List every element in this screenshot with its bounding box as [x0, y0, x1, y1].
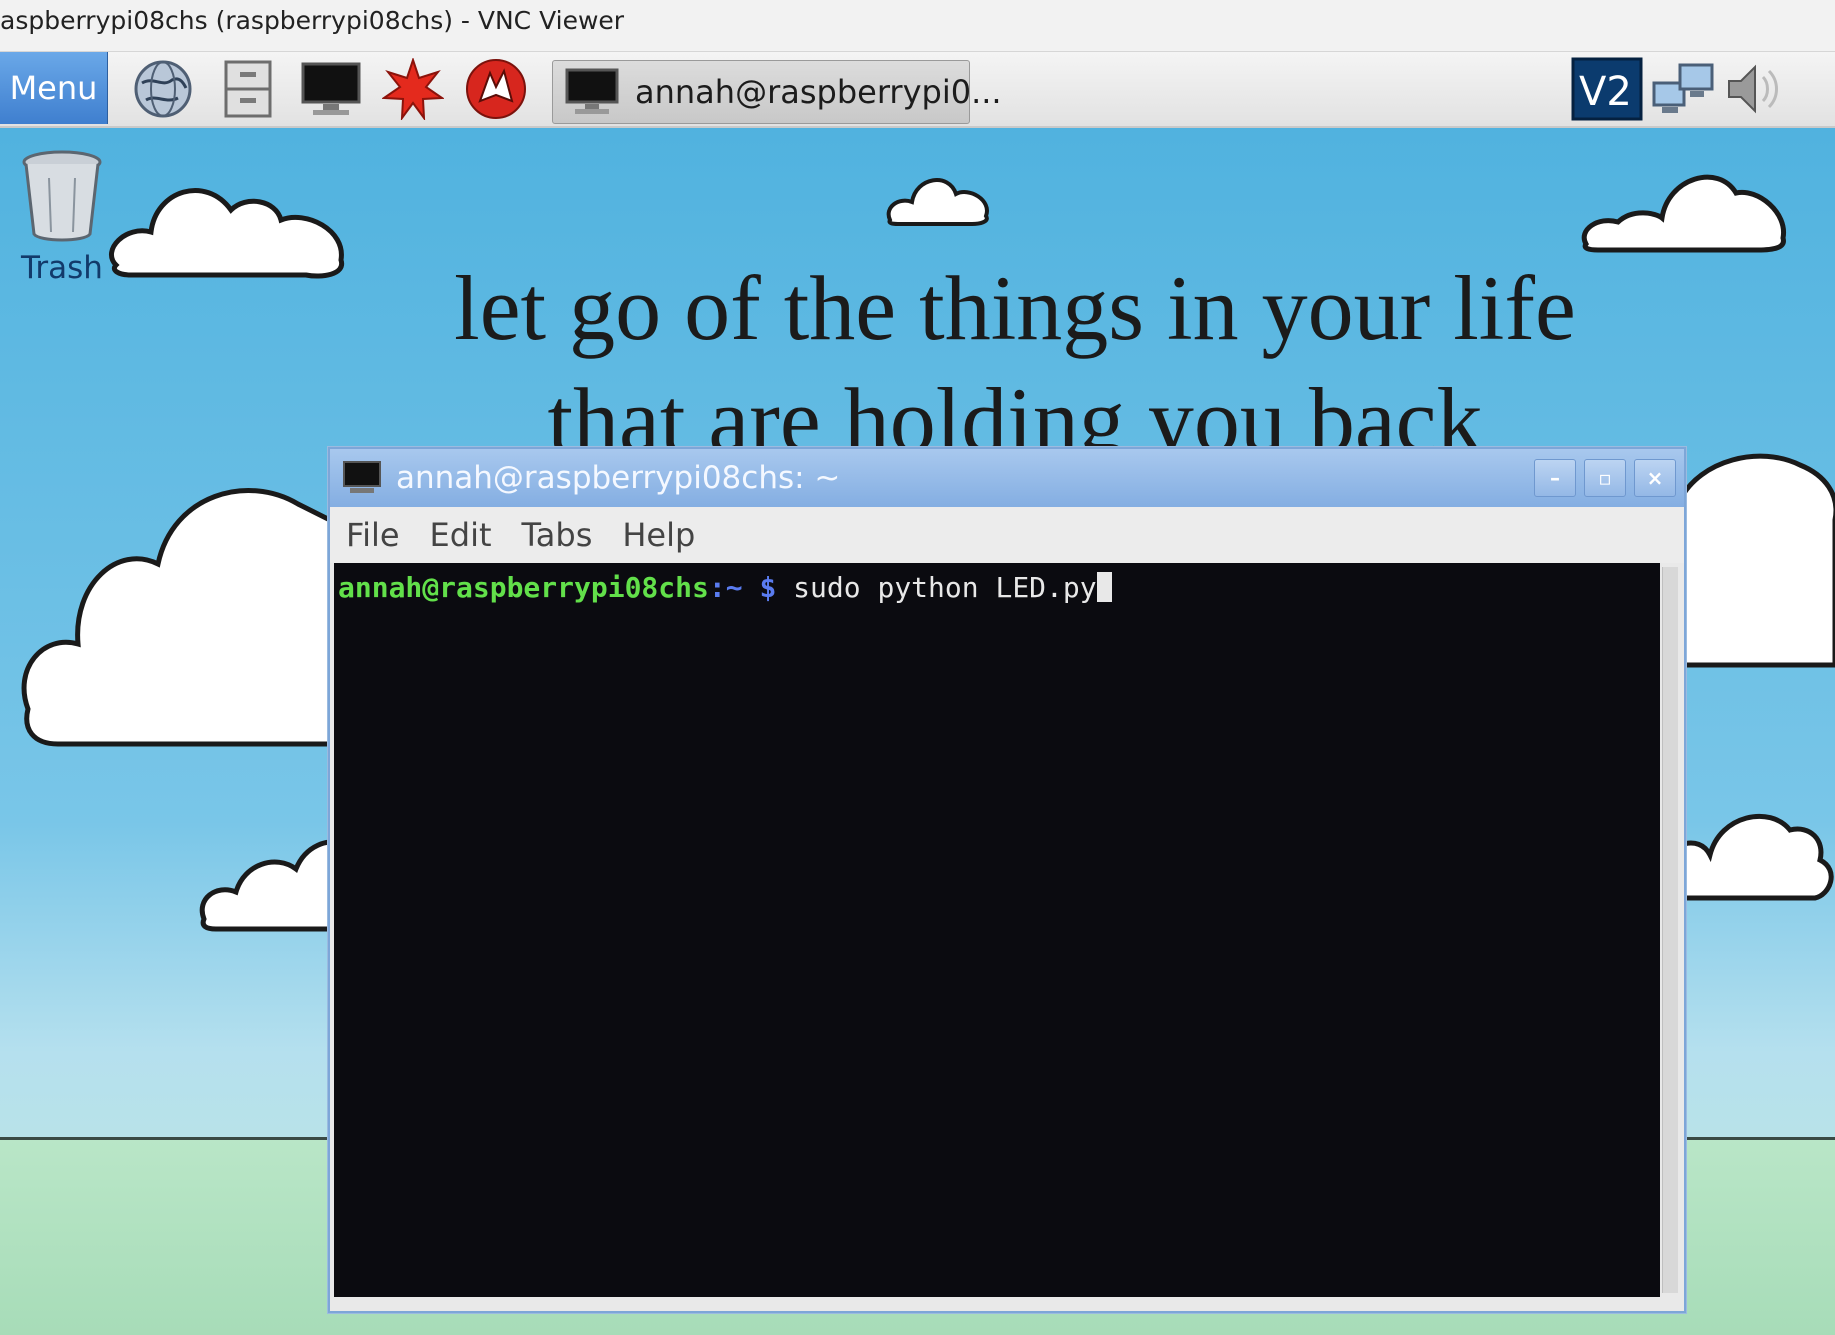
terminal-task-icon: [565, 68, 619, 116]
svg-text:V2: V2: [1579, 69, 1632, 115]
menu-edit[interactable]: Edit: [430, 516, 492, 554]
terminal-title-icon: [342, 460, 382, 496]
prompt-user: annah@raspberrypi08chs: [338, 571, 709, 604]
minimize-button[interactable]: –: [1534, 459, 1576, 497]
cloud-top-left: [109, 188, 345, 279]
vnc-icon[interactable]: V2: [1570, 57, 1644, 121]
maximize-button[interactable]: ▫: [1584, 459, 1626, 497]
terminal-task-button[interactable]: annah@raspberrypi0...: [552, 60, 1002, 124]
network-icon[interactable]: [1650, 58, 1716, 120]
volume-icon[interactable]: [1722, 58, 1788, 120]
vnc-window-title: aspberrypi08chs (raspberrypi08chs) - VNC…: [0, 0, 1835, 52]
wallpaper-quote: let go of the things in your life that a…: [380, 252, 1650, 476]
terminal-output[interactable]: annah@raspberrypi08chs:~ $ sudo python L…: [334, 563, 1660, 1297]
terminal-icon[interactable]: [298, 58, 364, 120]
cloud-low-right: [1680, 813, 1834, 901]
task-button-label: annah@raspberrypi0...: [635, 73, 1002, 111]
trash-label: Trash: [21, 250, 103, 286]
menu-file[interactable]: File: [346, 516, 400, 554]
terminal-scrollbar[interactable]: [1662, 567, 1678, 1293]
terminal-window: annah@raspberrypi08chs: ~ – ▫ × File Edi…: [328, 447, 1686, 1313]
terminal-title: annah@raspberrypi08chs: ~: [396, 460, 841, 496]
taskbar: Menu annah@raspberrypi0... V2: [0, 52, 1835, 128]
desktop: let go of the things in your life that a…: [0, 52, 1835, 1335]
file-manager-icon[interactable]: [215, 58, 281, 120]
wolfram-icon[interactable]: [380, 58, 446, 120]
prompt-path: :~: [708, 571, 743, 604]
close-button[interactable]: ×: [1634, 459, 1676, 497]
cloud-top-right: [1581, 174, 1786, 253]
cloud-mid-left: [21, 488, 338, 747]
menu-button[interactable]: Menu: [0, 52, 108, 124]
cloud-mid-right: [1680, 453, 1835, 668]
cloud-low-left: [199, 839, 336, 932]
terminal-titlebar[interactable]: annah@raspberrypi08chs: ~ – ▫ ×: [330, 449, 1684, 507]
globe-icon[interactable]: [130, 58, 196, 120]
trash-desktop-item[interactable]: Trash: [12, 148, 112, 298]
terminal-menubar: File Edit Tabs Help: [330, 507, 1684, 563]
trash-icon: [22, 150, 102, 242]
command-text: sudo python LED.py: [776, 571, 1097, 604]
text-cursor: [1096, 572, 1112, 602]
cloud-top-center: [886, 178, 989, 226]
quote-line-1: let go of the things in your life: [454, 257, 1576, 359]
mathematica-icon[interactable]: [463, 58, 529, 120]
prompt-symbol: $: [742, 571, 777, 604]
menu-tabs[interactable]: Tabs: [522, 516, 593, 554]
menu-help[interactable]: Help: [622, 516, 695, 554]
